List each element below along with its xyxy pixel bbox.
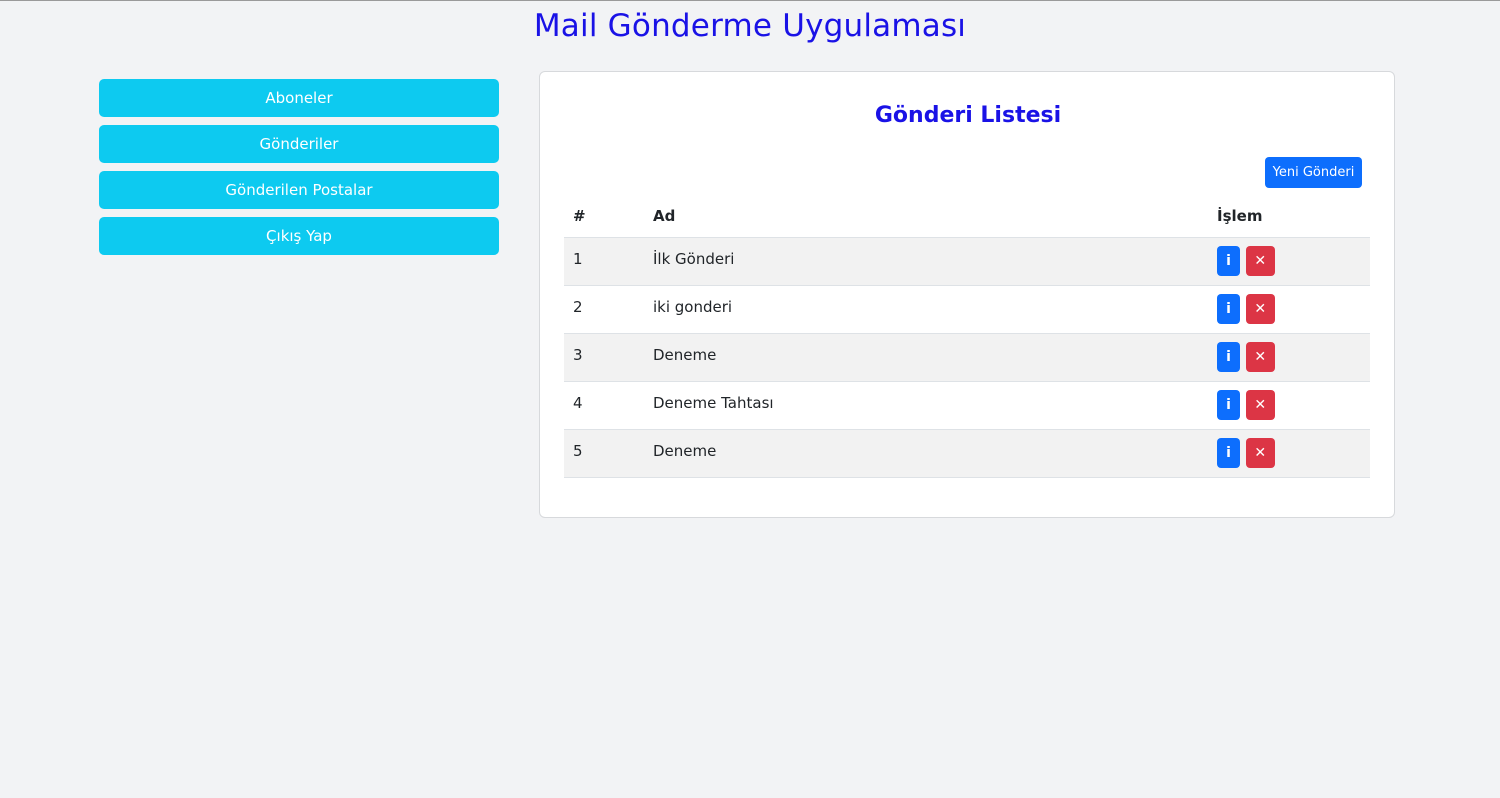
- close-icon[interactable]: ✕: [1245, 437, 1275, 468]
- sidebar: Aboneler Gönderiler Gönderilen Postalar …: [99, 79, 499, 263]
- table-row: 5 Deneme i ✕: [564, 429, 1370, 478]
- table-row: 3 Deneme i ✕: [564, 333, 1370, 382]
- sidebar-item-logout[interactable]: Çıkış Yap: [99, 217, 499, 255]
- table-header-row: # Ad İşlem: [564, 196, 1370, 238]
- row-name: Deneme: [644, 333, 1208, 382]
- row-num: 2: [564, 285, 644, 334]
- row-name: iki gonderi: [644, 285, 1208, 334]
- row-actions: i ✕: [1208, 381, 1370, 430]
- row-actions: i ✕: [1208, 237, 1370, 286]
- info-icon[interactable]: i: [1217, 293, 1240, 324]
- row-actions: i ✕: [1208, 429, 1370, 478]
- shipment-list-card: Gönderi Listesi Yeni Gönderi # Ad İşlem …: [539, 71, 1395, 518]
- table-row: 1 İlk Gönderi i ✕: [564, 237, 1370, 286]
- sidebar-item-aboneler[interactable]: Aboneler: [99, 79, 499, 117]
- info-icon[interactable]: i: [1217, 245, 1240, 276]
- column-header-num: #: [564, 196, 644, 238]
- row-actions: i ✕: [1208, 285, 1370, 334]
- row-num: 1: [564, 237, 644, 286]
- app-title: Mail Gönderme Uygulaması: [533, 8, 967, 44]
- column-header-name: Ad: [644, 196, 1208, 238]
- close-icon[interactable]: ✕: [1245, 293, 1275, 324]
- close-icon[interactable]: ✕: [1245, 389, 1275, 420]
- card-title: Gönderi Listesi: [874, 103, 1062, 128]
- table-row: 2 iki gonderi i ✕: [564, 285, 1370, 334]
- row-name: Deneme Tahtası: [644, 381, 1208, 430]
- column-header-action: İşlem: [1208, 196, 1370, 238]
- info-icon[interactable]: i: [1217, 341, 1240, 372]
- row-name: İlk Gönderi: [644, 237, 1208, 286]
- new-shipment-button[interactable]: Yeni Gönderi: [1265, 157, 1362, 188]
- row-actions: i ✕: [1208, 333, 1370, 382]
- row-num: 5: [564, 429, 644, 478]
- row-num: 4: [564, 381, 644, 430]
- info-icon[interactable]: i: [1217, 389, 1240, 420]
- shipment-table: # Ad İşlem 1 İlk Gönderi i ✕ 2 iki gonde…: [564, 196, 1370, 478]
- row-num: 3: [564, 333, 644, 382]
- row-name: Deneme: [644, 429, 1208, 478]
- top-border: [0, 0, 1500, 1]
- sidebar-item-gonderiler[interactable]: Gönderiler: [99, 125, 499, 163]
- close-icon[interactable]: ✕: [1245, 341, 1275, 372]
- info-icon[interactable]: i: [1217, 437, 1240, 468]
- close-icon[interactable]: ✕: [1245, 245, 1275, 276]
- table-row: 4 Deneme Tahtası i ✕: [564, 381, 1370, 430]
- sidebar-item-gonderilen-postalar[interactable]: Gönderilen Postalar: [99, 171, 499, 209]
